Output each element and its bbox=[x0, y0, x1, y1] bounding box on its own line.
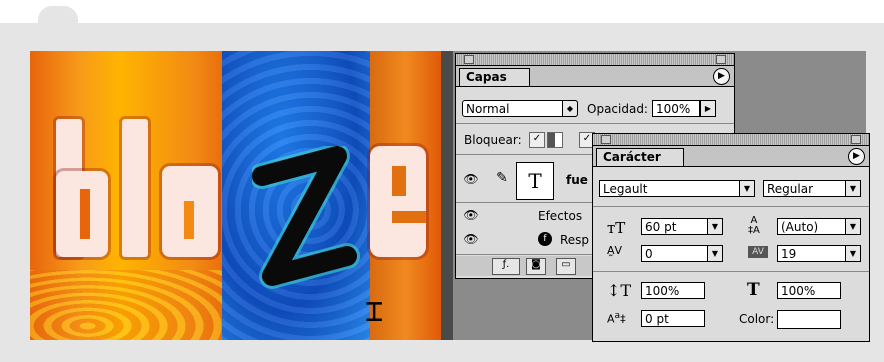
tab-caracter[interactable]: Carácter bbox=[596, 148, 684, 166]
blend-mode-stepper-icon[interactable]: ◆ bbox=[562, 100, 578, 117]
baseline-shift-icon: Aa‡ bbox=[607, 310, 626, 326]
eye-icon[interactable]: 👁 bbox=[462, 232, 480, 246]
leading-icon: A ‡A bbox=[748, 215, 760, 236]
chevron-down-icon[interactable]: ▼ bbox=[707, 218, 723, 235]
eye-icon[interactable]: 👁 bbox=[462, 208, 480, 222]
effects-label: Efectos bbox=[538, 209, 583, 223]
lock-label: Bloquear: bbox=[464, 133, 522, 147]
character-palette: Carácter ▶ Legault ▼ Regular ▼ ᴛT 60 pt … bbox=[592, 133, 870, 342]
character-tab-row: Carácter ▶ bbox=[593, 146, 869, 167]
canvas-fire-texture bbox=[30, 270, 222, 340]
effect-item-label: Resp bbox=[560, 233, 590, 247]
chevron-down-icon[interactable]: ▼ bbox=[845, 218, 861, 235]
layer-thumbnail: T bbox=[516, 162, 554, 200]
tracking-icon: AV bbox=[748, 246, 768, 258]
vertical-scale-icon: ↕T bbox=[607, 281, 632, 300]
chevron-down-icon[interactable]: ▼ bbox=[739, 180, 755, 197]
collapse-box-icon[interactable] bbox=[716, 55, 726, 64]
lock-transparency-checkbox[interactable]: ✓ bbox=[529, 132, 545, 148]
eye-icon[interactable]: 👁 bbox=[462, 172, 480, 186]
blend-mode-select[interactable]: Normal bbox=[462, 100, 578, 117]
letter-z bbox=[252, 146, 360, 289]
opacity-input[interactable]: 100% bbox=[652, 100, 700, 117]
collapse-box-icon[interactable] bbox=[851, 135, 861, 144]
chevron-down-icon[interactable]: ▼ bbox=[707, 245, 723, 262]
character-titlebar[interactable] bbox=[593, 134, 869, 146]
color-label: Color: bbox=[739, 312, 775, 326]
letter-l bbox=[122, 119, 148, 257]
kerning-icon: A̰V bbox=[607, 244, 623, 257]
close-box-icon[interactable] bbox=[601, 135, 611, 144]
horizontal-scale-icon: T bbox=[747, 280, 760, 300]
opacity-label: Opacidad: bbox=[587, 102, 648, 116]
layer-style-button[interactable]: ƒ. bbox=[492, 258, 520, 275]
vertical-scale-input[interactable]: 100% bbox=[641, 282, 705, 299]
chevron-down-icon[interactable]: ▼ bbox=[845, 180, 861, 197]
font-size-icon: ᴛT bbox=[607, 219, 626, 237]
chevron-down-icon[interactable]: ▼ bbox=[845, 245, 861, 262]
palette-menu-icon[interactable]: ▶ bbox=[848, 148, 865, 165]
opacity-arrow-icon[interactable]: ▶ bbox=[700, 100, 716, 117]
effect-icon: f bbox=[538, 232, 552, 246]
baseline-shift-input[interactable]: 0 pt bbox=[641, 310, 705, 327]
layers-tab-row: Capas ▶ bbox=[456, 66, 734, 87]
brush-icon: ✎ bbox=[496, 170, 508, 186]
layer-mask-button[interactable]: ◙ bbox=[526, 258, 546, 275]
font-family-select[interactable]: Legault bbox=[599, 180, 755, 197]
palette-menu-icon[interactable]: ▶ bbox=[713, 68, 730, 85]
new-set-button[interactable]: ▭ bbox=[556, 258, 576, 275]
document-canvas[interactable]: ⌶ bbox=[30, 51, 441, 340]
tab-capas[interactable]: Capas bbox=[459, 68, 530, 86]
layer-name: fue bbox=[566, 173, 588, 187]
horizontal-scale-input[interactable]: 100% bbox=[777, 282, 841, 299]
window-divider bbox=[441, 51, 453, 340]
text-cursor-icon: ⌶ bbox=[365, 294, 384, 329]
color-swatch[interactable] bbox=[777, 310, 841, 329]
close-box-icon[interactable] bbox=[464, 55, 474, 64]
layers-titlebar[interactable] bbox=[456, 54, 734, 66]
lock-pixels-icon[interactable] bbox=[547, 132, 563, 148]
